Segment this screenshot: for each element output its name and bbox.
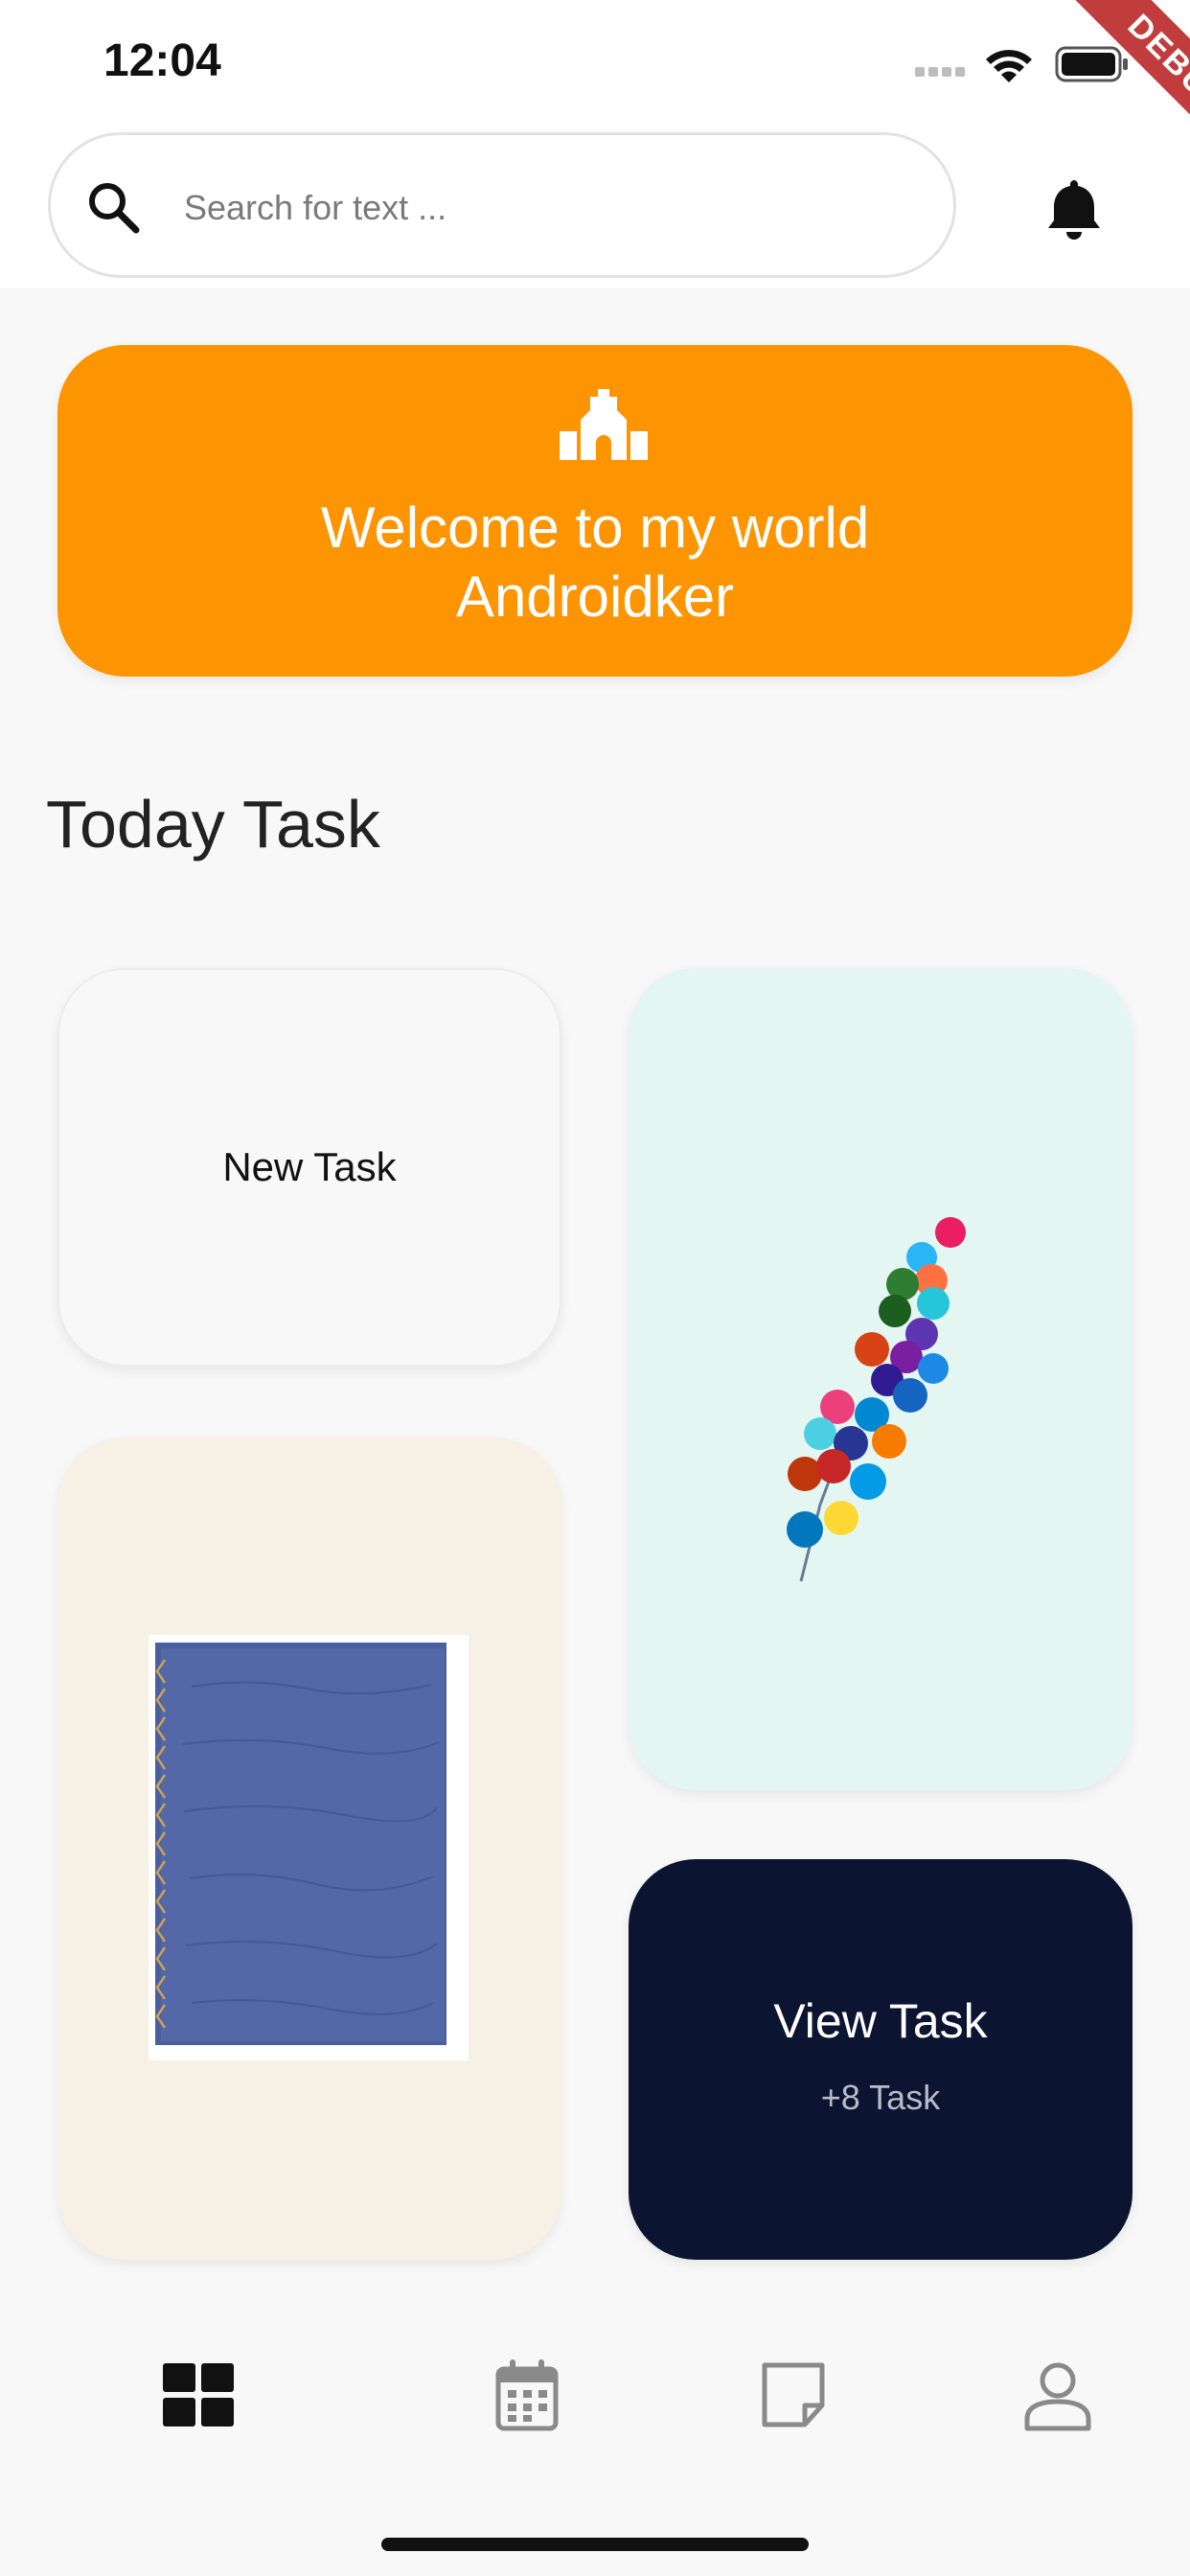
home-indicator[interactable] [381, 2538, 809, 2551]
banner-title: Welcome to my world [320, 495, 870, 560]
wifi-icon [986, 50, 1032, 82]
calendar-icon[interactable] [491, 2358, 567, 2434]
battery-icon [1055, 46, 1128, 82]
bell-icon[interactable] [1044, 178, 1104, 242]
church-icon [560, 389, 648, 460]
notebook-card[interactable] [57, 1438, 561, 2260]
view-task-label: View Task [773, 1994, 988, 2048]
section-title: Today Task [46, 787, 380, 862]
search-input[interactable] [182, 178, 914, 238]
notebook-image [149, 1635, 469, 2060]
dashboard-icon[interactable] [161, 2358, 238, 2434]
balloon-card[interactable] [629, 968, 1133, 1790]
note-icon[interactable] [757, 2358, 834, 2434]
balloons-image [787, 1217, 966, 1582]
view-task-count: +8 Task [820, 2078, 941, 2117]
banner-subtitle: Androidker [455, 564, 735, 629]
profile-icon[interactable] [1019, 2358, 1096, 2434]
new-task-label: New Task [222, 1144, 397, 1189]
status-time: 12:04 [103, 35, 221, 86]
signal-icon [915, 67, 965, 77]
search-icon[interactable] [84, 178, 142, 236]
view-task-card[interactable] [629, 1859, 1133, 2260]
